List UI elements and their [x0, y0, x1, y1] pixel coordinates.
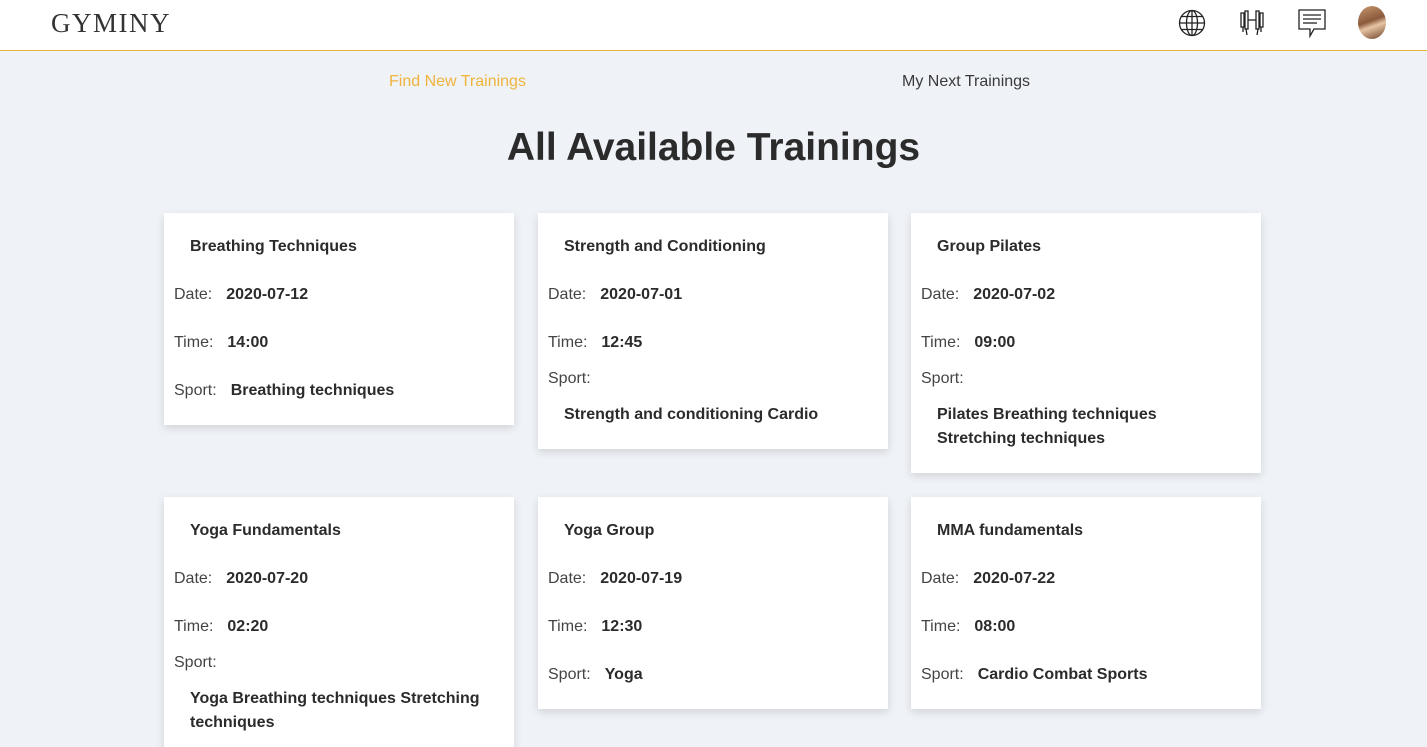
- date-label: Date:: [921, 286, 960, 303]
- date-row: Date: 2020-07-22: [921, 570, 1055, 588]
- time-value: 14:00: [227, 334, 269, 351]
- date-label: Date:: [548, 570, 587, 587]
- date-label: Date:: [921, 570, 960, 587]
- training-title: Yoga Fundamentals: [190, 522, 341, 539]
- sport-label: Sport:: [174, 654, 217, 671]
- date-value: 2020-07-12: [226, 286, 309, 303]
- date-label: Date:: [174, 286, 213, 303]
- sport-row: Sport: Cardio Combat Sports: [921, 666, 1147, 684]
- time-value: 09:00: [974, 334, 1016, 351]
- sport-value: Cardio Combat Sports: [977, 666, 1148, 683]
- time-row: Time: 02:20: [174, 618, 268, 636]
- date-value: 2020-07-01: [600, 286, 683, 303]
- training-card[interactable]: Yoga Group Date: 2020-07-19 Time: 12:30 Sp…: [538, 497, 888, 709]
- training-card[interactable]: Group Pilates Date: 2020-07-02 Time: 09:00…: [911, 213, 1261, 473]
- sport-label: Sport:: [548, 370, 591, 387]
- avatar[interactable]: [1358, 6, 1386, 39]
- time-row: Time: 12:45: [548, 334, 642, 352]
- time-row: Time: 12:30: [548, 618, 642, 636]
- training-title: Strength and Conditioning: [564, 238, 766, 255]
- time-label: Time:: [921, 618, 961, 635]
- sport-value: Breathing techniques: [230, 382, 395, 399]
- training-card[interactable]: Strength and Conditioning Date: 2020-07-0…: [538, 213, 888, 449]
- app-logo[interactable]: GYMINY: [51, 8, 171, 39]
- sport-label: Sport:: [921, 370, 964, 387]
- sport-value: Strength and conditioning Cardio: [564, 406, 819, 423]
- date-row: Date: 2020-07-12: [174, 286, 308, 304]
- time-value: 08:00: [974, 618, 1016, 635]
- time-value: 12:45: [601, 334, 643, 351]
- date-row: Date: 2020-07-02: [921, 286, 1055, 304]
- time-label: Time:: [548, 334, 588, 351]
- sport-row: Sport: Breathing techniques: [174, 382, 394, 400]
- chat-icon[interactable]: [1297, 5, 1327, 39]
- top-navbar: GYMINY: [0, 0, 1427, 51]
- time-row: Time: 09:00: [921, 334, 1015, 352]
- date-value: 2020-07-20: [226, 570, 309, 587]
- dumbbell-icon[interactable]: [1237, 5, 1267, 39]
- date-value: 2020-07-02: [973, 286, 1056, 303]
- globe-icon[interactable]: [1177, 5, 1207, 39]
- date-label: Date:: [548, 286, 587, 303]
- time-value: 12:30: [601, 618, 643, 635]
- date-value: 2020-07-22: [973, 570, 1056, 587]
- date-label: Date:: [174, 570, 213, 587]
- sport-value: Yoga: [604, 666, 643, 683]
- training-title: MMA fundamentals: [937, 522, 1084, 539]
- sport-label: Sport:: [921, 666, 964, 683]
- sport-value: Pilates Breathing techniques Stretching …: [937, 406, 1157, 447]
- date-row: Date: 2020-07-01: [548, 286, 682, 304]
- training-tabs: Find New Trainings My Next Trainings: [0, 73, 1427, 95]
- time-label: Time:: [174, 334, 214, 351]
- tab-my-next-trainings[interactable]: My Next Trainings: [902, 73, 1030, 91]
- sport-value: Yoga Breathing techniques Stretching tec…: [190, 690, 480, 731]
- time-label: Time:: [174, 618, 214, 635]
- time-value: 02:20: [227, 618, 269, 635]
- date-value: 2020-07-19: [600, 570, 683, 587]
- training-card[interactable]: Breathing Techniques Date: 2020-07-12 Tim…: [164, 213, 514, 425]
- date-row: Date: 2020-07-19: [548, 570, 682, 588]
- date-row: Date: 2020-07-20: [174, 570, 308, 588]
- time-label: Time:: [548, 618, 588, 635]
- training-card[interactable]: Yoga Fundamentals Date: 2020-07-20 Time: 0…: [164, 497, 514, 747]
- sport-label: Sport:: [174, 382, 217, 399]
- sport-label: Sport:: [548, 666, 591, 683]
- training-card[interactable]: MMA fundamentals Date: 2020-07-22 Time: 08…: [911, 497, 1261, 709]
- sport-row: Sport: Yoga: [548, 666, 643, 684]
- time-row: Time: 14:00: [174, 334, 268, 352]
- training-title: Breathing Techniques: [190, 238, 357, 255]
- time-row: Time: 08:00: [921, 618, 1015, 636]
- page-title: All Available Trainings: [506, 126, 921, 169]
- training-title: Group Pilates: [937, 238, 1042, 255]
- time-label: Time:: [921, 334, 961, 351]
- tab-find-new-trainings[interactable]: Find New Trainings: [389, 73, 526, 91]
- training-title: Yoga Group: [564, 522, 655, 539]
